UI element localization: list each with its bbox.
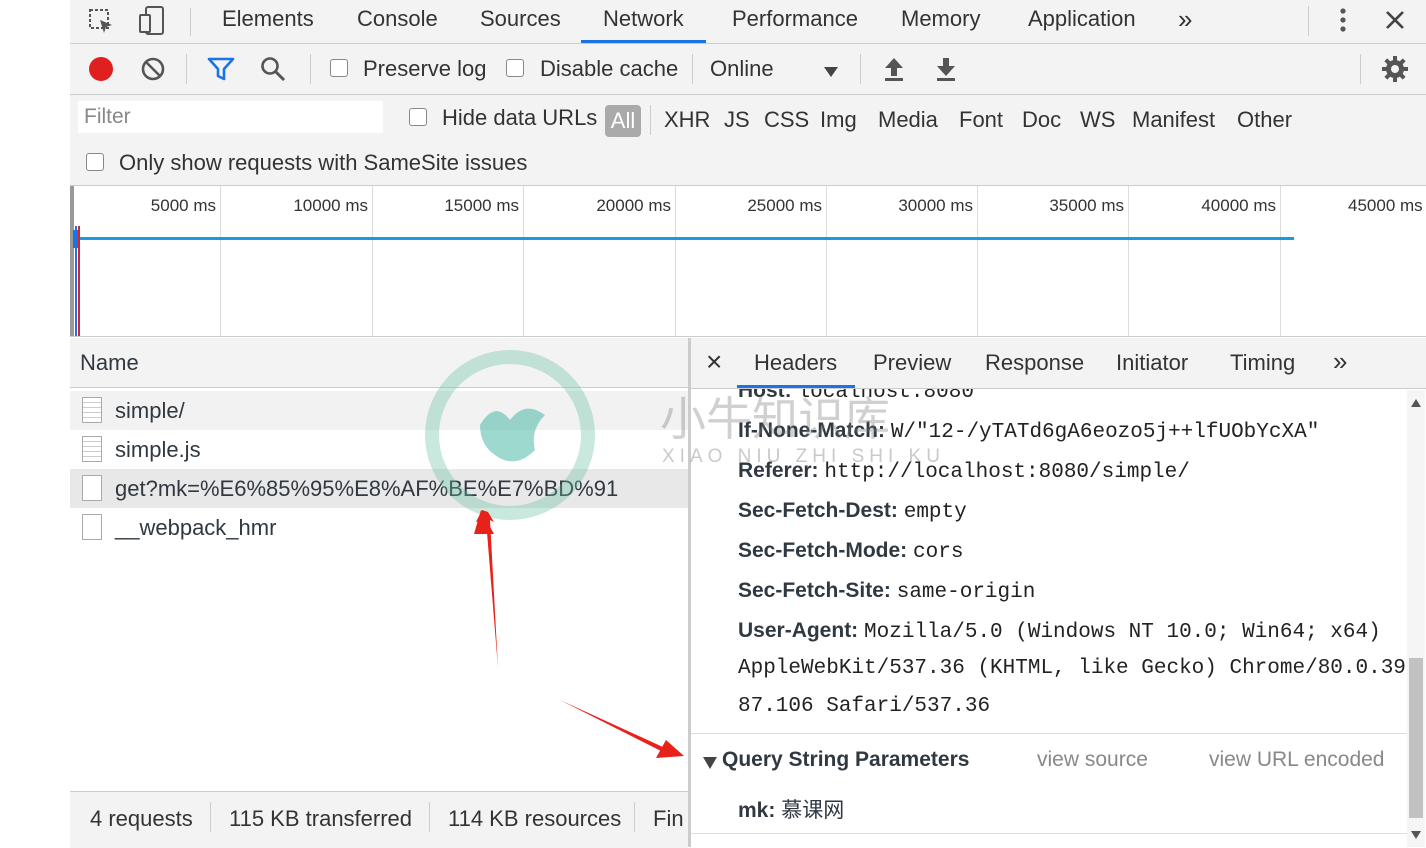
red-arrow-right (560, 700, 665, 752)
annotation-arrows (474, 510, 684, 758)
